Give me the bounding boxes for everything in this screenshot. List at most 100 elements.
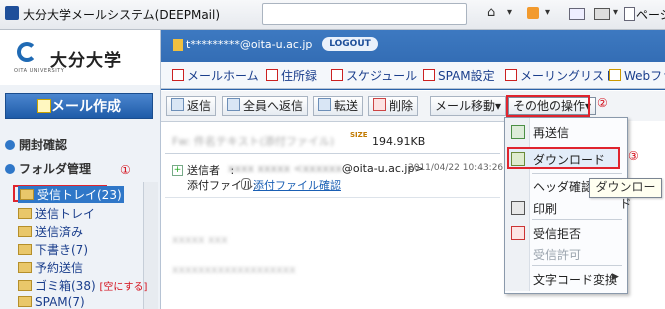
menu-item-resend[interactable]: 再送信 (533, 124, 569, 141)
folder-label: 受信トレイ(23) (37, 188, 122, 202)
menu-item-encoding[interactable]: 文字コード変換 (533, 271, 617, 288)
user-email: t*********@oita-u.ac.jp (186, 38, 313, 51)
folder-icon (18, 296, 32, 307)
open-confirm-link[interactable]: 開封確認 (5, 136, 67, 153)
message-body-line: xxxxxxxxxxxxxxxxxxx (172, 263, 296, 276)
nav-tab-label: Webファイ (624, 69, 665, 83)
folder-item-spam[interactable]: SPAM(7) (18, 295, 85, 309)
reply-button[interactable]: 返信 (166, 96, 217, 116)
folder-item-scheduled[interactable]: 予約送信 (18, 259, 83, 276)
attachment-link[interactable]: 添付ファイル確認 (253, 177, 341, 193)
folder-icon (18, 262, 32, 273)
folder-item-outbox[interactable]: 送信トレイ (18, 205, 95, 222)
nav-tab-spam-settings[interactable]: SPAM設定 (423, 67, 495, 84)
chevron-down-icon[interactable]: ▾ (545, 4, 550, 22)
divider (165, 153, 500, 154)
menu-item-download[interactable]: ダウンロード (533, 151, 605, 168)
address-bar[interactable] (262, 3, 467, 25)
nav-tab-schedule[interactable]: スケジュール (331, 67, 417, 84)
compose-button[interactable]: メール作成 (5, 93, 153, 119)
folder-item-trash[interactable]: ゴミ箱(38) [空にする] (18, 277, 147, 294)
sender-value: xxxx xxxxx <xxxxxx@oita-u.ac.jp> (228, 162, 424, 175)
page-icon[interactable] (624, 7, 635, 21)
folder-label: 下書き(7) (35, 243, 88, 257)
print-icon[interactable] (594, 8, 610, 20)
web-file-icon (609, 69, 621, 81)
block-sender-icon (511, 226, 525, 240)
open-confirm-label: 開封確認 (19, 138, 68, 152)
app-favicon-icon (5, 6, 19, 20)
chevron-down-icon[interactable]: ▾ (613, 4, 618, 22)
forward-label: 転送 (334, 99, 359, 113)
resend-icon (511, 125, 525, 139)
spam-icon (423, 69, 435, 81)
mailing-list-icon (505, 69, 517, 81)
empty-trash-link[interactable]: [空にする] (99, 282, 147, 293)
sender-label-text: 送信者 (187, 164, 220, 177)
nav-tab-address-book[interactable]: 住所録 (266, 67, 317, 84)
delete-button[interactable]: 削除 (368, 96, 419, 116)
delete-icon (373, 98, 386, 111)
folder-manage-label: フォルダ管理 (19, 162, 92, 176)
home-icon (172, 69, 184, 81)
nav-tab-label: SPAM設定 (438, 69, 495, 83)
step-marker-3: ③ (628, 149, 639, 163)
expand-icon[interactable]: + (172, 165, 183, 176)
folder-icon (18, 280, 32, 291)
folder-icon (18, 244, 32, 255)
mail-icon[interactable] (569, 8, 585, 20)
user-icon (173, 39, 183, 51)
chevron-down-icon[interactable]: ▾ (507, 4, 512, 22)
reply-all-label: 全員へ返信 (243, 99, 304, 113)
logout-label: LOGOUT (329, 39, 371, 49)
nav-tab-label: メーリングリスト (520, 69, 617, 83)
university-logo-icon (17, 42, 37, 62)
menu-separator (532, 219, 622, 220)
menu-item-allow-sender: 受信許可 (533, 248, 582, 262)
compose-button-label: メール作成 (51, 99, 121, 115)
download-icon (511, 152, 525, 166)
folder-label: 予約送信 (35, 261, 84, 275)
message-date: 2011/04/22 10:43:26 (408, 163, 504, 173)
folder-icon (18, 208, 32, 219)
menu-separator (532, 265, 622, 266)
menu-item-header-view[interactable]: ヘッダ確認 (533, 178, 593, 195)
org-name: 大分大学 (50, 51, 122, 71)
folder-item-sent[interactable]: 送信済み (18, 223, 83, 240)
nav-tab-web-file[interactable]: Webファイ (609, 67, 665, 84)
paperclip-icon (241, 178, 251, 190)
folder-manage-link[interactable]: フォルダ管理 (5, 160, 91, 177)
window-title: 大分大学メールシステム(DEEPMail) (23, 8, 221, 22)
menu-item-block-sender[interactable]: 受信拒否 (533, 225, 581, 242)
move-mail-button[interactable]: メール移動▾ (430, 96, 507, 116)
logout-button[interactable]: LOGOUT (322, 37, 378, 51)
sender-name: xxxx xxxxx <xxxxxx (228, 162, 342, 175)
address-book-icon (266, 69, 278, 81)
folder-settings-icon (5, 164, 15, 174)
folder-label: 送信済み (35, 225, 84, 239)
home-icon[interactable]: ⌂ (487, 4, 495, 22)
message-body-line: xxxxx xxx (172, 233, 228, 246)
folder-label: ゴミ箱(38) (35, 279, 96, 293)
step-marker-2: ② (597, 96, 608, 110)
folder-item-drafts[interactable]: 下書き(7) (18, 241, 88, 258)
message-subject: Fw: 件名テキスト(添付ファイル) (172, 135, 335, 148)
nav-tab-mail-home[interactable]: メールホーム (172, 67, 259, 84)
rss-icon[interactable] (527, 7, 539, 19)
folder-item-inbox[interactable]: 受信トレイ(23) (18, 186, 124, 203)
page-menu[interactable]: ページ (636, 6, 665, 23)
folder-label: SPAM(7) (35, 295, 85, 309)
move-mail-label: メール移動▾ (435, 99, 502, 113)
message-size: 194.91KB (372, 135, 426, 148)
calendar-icon (331, 69, 343, 81)
print-icon (511, 201, 525, 215)
size-badge: SIZE (350, 131, 368, 139)
nav-tab-mailing-list[interactable]: メーリングリスト (505, 67, 616, 84)
reply-all-button[interactable]: 全員へ返信 (222, 96, 309, 116)
forward-button[interactable]: 転送 (313, 96, 364, 116)
delete-label: 削除 (389, 99, 414, 113)
menu-item-print[interactable]: 印刷 (533, 200, 557, 217)
highlight-box-other-ops (506, 95, 590, 117)
menu-separator (532, 173, 622, 174)
folder-icon (20, 189, 34, 200)
